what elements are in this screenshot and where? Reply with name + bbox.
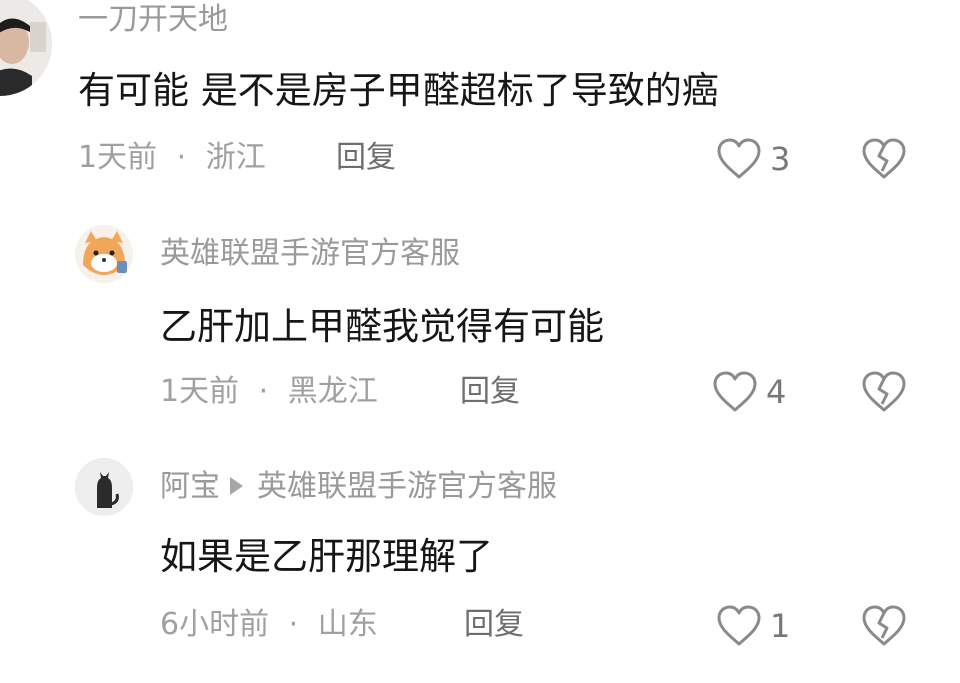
reply-button[interactable]: 回复 <box>460 377 520 407</box>
comment-location: 黑龙江 <box>287 374 378 409</box>
like-button[interactable]: 4 <box>712 371 786 413</box>
avatar-cat <box>75 458 133 516</box>
dislike-button[interactable] <box>860 605 908 651</box>
comment-meta: 1天前 · 浙江 <box>78 143 266 173</box>
triangle-right-icon <box>230 476 243 495</box>
meta-separator: · <box>176 140 187 175</box>
avatar[interactable] <box>75 458 133 516</box>
comment-text: 如果是乙肝那理解了 <box>160 535 493 578</box>
comment-text: 乙肝加上甲醛我觉得有可能 <box>160 305 604 348</box>
broken-heart-icon <box>862 138 906 179</box>
comment-author[interactable]: 一刀开天地 <box>78 5 228 35</box>
comment-item: 阿宝 英雄联盟手游官方客服 如果是乙肝那理解了 6小时前 · 山东 回复 1 <box>0 450 960 683</box>
meta-separator: · <box>288 607 299 642</box>
heart-outline-icon <box>717 138 761 179</box>
comment-text: 有可能 是不是房子甲醛超标了导致的癌 <box>78 69 719 112</box>
dislike-button[interactable] <box>860 371 908 417</box>
reply-to-author[interactable]: 英雄联盟手游官方客服 <box>257 469 557 504</box>
broken-heart-icon <box>862 371 906 412</box>
comment-author-line: 阿宝 英雄联盟手游官方客服 <box>160 472 557 502</box>
avatar-photo <box>0 0 52 96</box>
comment-author[interactable]: 英雄联盟手游官方客服 <box>160 239 460 269</box>
comment-location: 山东 <box>317 607 378 642</box>
comment-item: 英雄联盟手游官方客服 乙肝加上甲醛我觉得有可能 1天前 · 黑龙江 回复 4 <box>0 215 960 435</box>
meta-separator: · <box>258 374 269 409</box>
like-button[interactable]: 1 <box>716 605 790 647</box>
comment-author[interactable]: 阿宝 <box>160 469 220 504</box>
comment-location: 浙江 <box>205 140 266 175</box>
comment-time: 6小时前 <box>160 607 270 642</box>
like-count: 3 <box>770 140 791 178</box>
comment-item: 一刀开天地 有可能 是不是房子甲醛超标了导致的癌 1天前 · 浙江 回复 3 <box>0 0 960 200</box>
comment-time: 1天前 <box>160 374 240 409</box>
broken-heart-icon <box>862 605 906 646</box>
reply-button[interactable]: 回复 <box>336 143 396 173</box>
reply-button[interactable]: 回复 <box>464 610 524 640</box>
avatar[interactable] <box>0 0 52 96</box>
avatar-cartoon <box>75 225 133 283</box>
heart-outline-icon <box>713 371 757 412</box>
like-count: 1 <box>770 607 791 645</box>
heart-outline-icon <box>717 605 761 646</box>
comment-meta: 1天前 · 黑龙江 <box>160 377 378 407</box>
comment-time: 1天前 <box>78 140 158 175</box>
like-count: 4 <box>766 373 787 411</box>
comment-meta: 6小时前 · 山东 <box>160 610 378 640</box>
like-button[interactable]: 3 <box>716 138 790 180</box>
dislike-button[interactable] <box>860 138 908 184</box>
avatar[interactable] <box>75 225 133 283</box>
